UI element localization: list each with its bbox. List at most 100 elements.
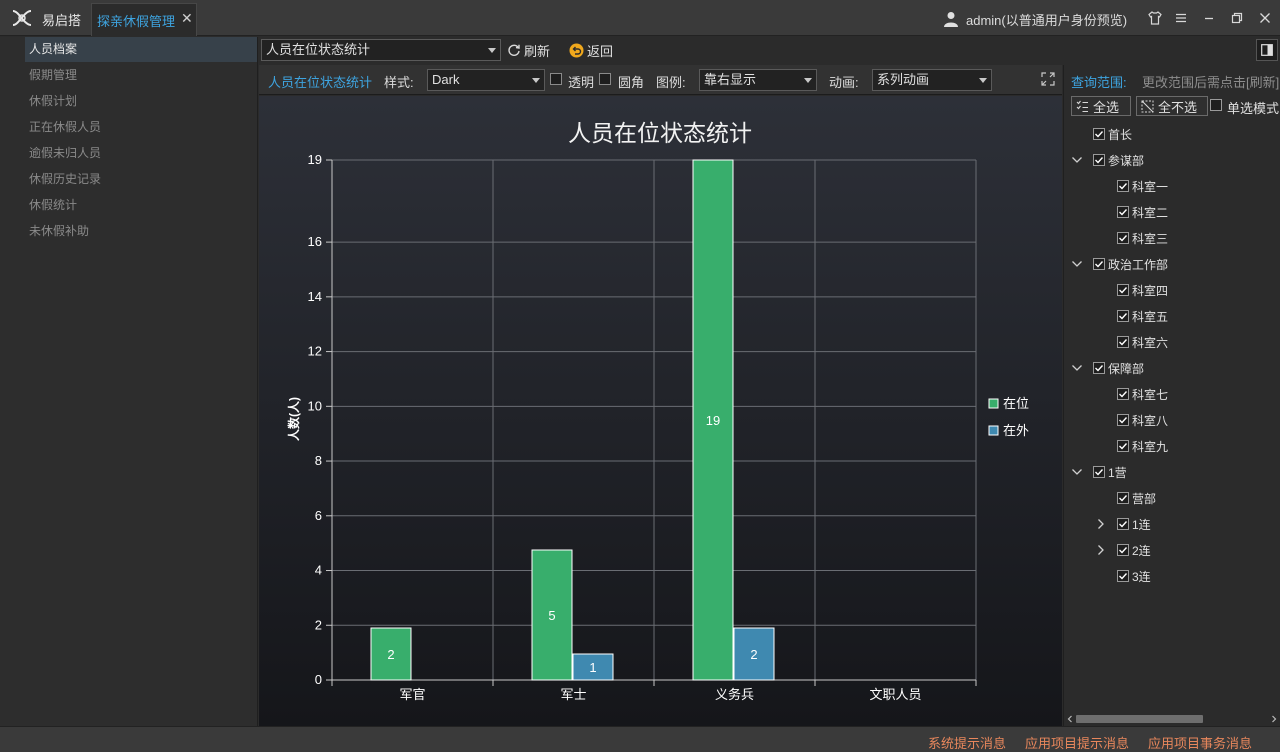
chevron-down-icon: [979, 78, 987, 83]
horizontal-scrollbar[interactable]: [1064, 712, 1280, 726]
tree-item-checkbox[interactable]: [1117, 492, 1129, 504]
tree-item[interactable]: 1营: [1093, 462, 1127, 482]
legend-select[interactable]: 靠右显示: [699, 69, 817, 91]
tree-item[interactable]: 保障部: [1093, 358, 1144, 378]
title-bar: 易启搭 探亲休假管理 ✕ admin(以普通用户身份预览): [0, 0, 1280, 36]
scroll-right-icon[interactable]: [1270, 715, 1278, 723]
transparent-checkbox[interactable]: [550, 73, 562, 85]
tree-item[interactable]: 政治工作部: [1093, 254, 1168, 274]
tree-item[interactable]: 科室九: [1117, 436, 1168, 456]
refresh-icon: [508, 44, 520, 56]
tree-item-checkbox[interactable]: [1117, 180, 1129, 192]
tree-item-checkbox[interactable]: [1117, 544, 1129, 556]
tree-item[interactable]: 参谋部: [1093, 150, 1144, 170]
back-button[interactable]: 返回: [569, 40, 613, 60]
app-task-link[interactable]: 应用项目事务消息: [1148, 733, 1252, 752]
nav-item-overdue[interactable]: 逾假未归人员: [25, 141, 257, 166]
tree-item-checkbox[interactable]: [1117, 310, 1129, 322]
legend-label[interactable]: 在位: [1003, 396, 1029, 411]
tree-item-checkbox[interactable]: [1093, 466, 1105, 478]
checkmark-icon: [1119, 417, 1128, 424]
legend-select-value: 靠右显示: [704, 72, 757, 87]
tree-item-checkbox[interactable]: [1117, 284, 1129, 296]
nav-item-personnel-files[interactable]: 人员档案: [25, 37, 257, 62]
fullscreen-icon[interactable]: [1041, 72, 1055, 86]
tree-item[interactable]: 科室一: [1117, 176, 1168, 196]
tree-item-checkbox[interactable]: [1117, 518, 1129, 530]
tab-leave-management[interactable]: 探亲休假管理 ✕: [91, 3, 197, 36]
tree-item[interactable]: 科室四: [1117, 280, 1168, 300]
toggle-panel-button[interactable]: [1256, 39, 1278, 61]
tree-item-checkbox[interactable]: [1117, 336, 1129, 348]
tree-item[interactable]: 科室二: [1117, 202, 1168, 222]
legend-label[interactable]: 在外: [1003, 423, 1029, 438]
back-icon: [569, 43, 584, 57]
skin-icon[interactable]: [1146, 9, 1164, 27]
chevron-down-icon[interactable]: [1071, 466, 1083, 478]
chevron-right-icon[interactable]: [1095, 518, 1107, 530]
y-axis-label: 人数(人): [286, 397, 301, 441]
animation-label: 动画:: [829, 75, 859, 90]
rounded-checkbox[interactable]: [599, 73, 611, 85]
checkmark-icon: [1119, 235, 1128, 242]
tree-item-checkbox[interactable]: [1117, 206, 1129, 218]
tree-item[interactable]: 科室三: [1117, 228, 1168, 248]
tab-close-icon[interactable]: ✕: [181, 10, 193, 27]
tree-item-label: 科室六: [1132, 335, 1169, 350]
tree-item-checkbox[interactable]: [1093, 362, 1105, 374]
tree-item-checkbox[interactable]: [1117, 232, 1129, 244]
main-toolbar: 人员在位状态统计 刷新 返回: [259, 37, 1280, 64]
chevron-down-icon[interactable]: [1071, 258, 1083, 270]
scrollbar-thumb[interactable]: [1076, 715, 1203, 723]
nav-item-leave-management[interactable]: 假期管理: [25, 63, 257, 88]
refresh-button[interactable]: 刷新: [507, 40, 550, 60]
tree-item[interactable]: 科室五: [1117, 306, 1168, 326]
system-message-link[interactable]: 系统提示消息: [928, 733, 1006, 752]
select-none-button[interactable]: 全不选: [1136, 96, 1208, 116]
user-menu[interactable]: admin(以普通用户身份预览): [944, 9, 1127, 29]
tree-item[interactable]: 首长: [1093, 124, 1132, 144]
checkmark-icon: [1095, 365, 1104, 372]
chevron-down-icon[interactable]: [1071, 362, 1083, 374]
bar-chart: 人员在位状态统计 人数(人) 024681012141619军官 军士 义务兵 文职人…: [286, 120, 1029, 702]
nav-item-unused-leave-subsidy[interactable]: 未休假补助: [25, 219, 257, 244]
tree-item-checkbox[interactable]: [1117, 570, 1129, 582]
tree-item-checkbox[interactable]: [1093, 154, 1105, 166]
tree-item-label: 2连: [1132, 543, 1151, 558]
list-check-icon: [1076, 100, 1088, 112]
minimize-icon[interactable]: [1200, 9, 1218, 27]
chevron-right-icon[interactable]: [1095, 544, 1107, 556]
tree-item-checkbox[interactable]: [1117, 388, 1129, 400]
restore-icon[interactable]: [1228, 9, 1246, 27]
tree-item-checkbox[interactable]: [1093, 258, 1105, 270]
scroll-left-icon[interactable]: [1066, 715, 1074, 723]
animation-select-value: 系列动画: [877, 72, 930, 87]
nav-item-leave-history[interactable]: 休假历史记录: [25, 167, 257, 192]
close-window-icon[interactable]: [1256, 9, 1274, 27]
menu-icon[interactable]: [1172, 9, 1190, 27]
style-select[interactable]: Dark: [427, 69, 545, 91]
x-tick-label: 文职人员: [869, 687, 921, 702]
single-mode-checkbox[interactable]: [1210, 99, 1222, 111]
report-select[interactable]: 人员在位状态统计: [261, 39, 501, 61]
nav-item-on-leave[interactable]: 正在休假人员: [25, 115, 257, 140]
tree-item-checkbox[interactable]: [1093, 128, 1105, 140]
select-all-button[interactable]: 全选: [1071, 96, 1131, 116]
nav-item-leave-plan[interactable]: 休假计划: [25, 89, 257, 114]
tree-item-label: 科室一: [1132, 179, 1169, 194]
tree-item-checkbox[interactable]: [1117, 440, 1129, 452]
tree-item-checkbox[interactable]: [1117, 414, 1129, 426]
tree-item[interactable]: 2连: [1117, 540, 1151, 560]
chevron-down-icon[interactable]: [1071, 154, 1083, 166]
nav-item-leave-statistics[interactable]: 休假统计: [25, 193, 257, 218]
legend-swatch[interactable]: [988, 425, 999, 436]
app-message-link[interactable]: 应用项目提示消息: [1025, 733, 1129, 752]
animation-select[interactable]: 系列动画: [872, 69, 992, 91]
tree-item[interactable]: 3连: [1117, 566, 1151, 586]
tree-item[interactable]: 1连: [1117, 514, 1151, 534]
tree-item[interactable]: 科室六: [1117, 332, 1168, 352]
legend-swatch[interactable]: [988, 398, 999, 409]
tree-item[interactable]: 营部: [1117, 488, 1156, 508]
tree-item[interactable]: 科室八: [1117, 410, 1168, 430]
tree-item[interactable]: 科室七: [1117, 384, 1168, 404]
